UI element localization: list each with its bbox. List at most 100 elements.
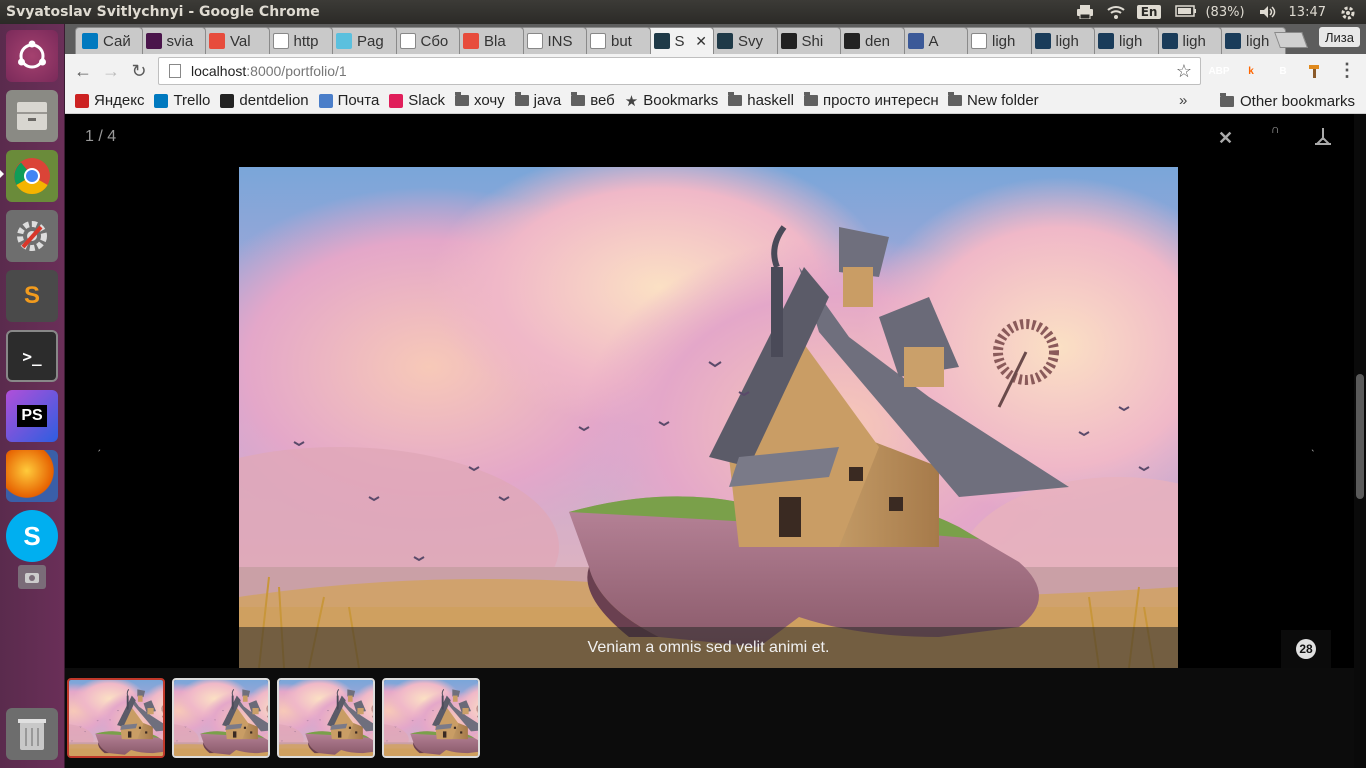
bookmark-item[interactable]: ★ Bookmarks	[625, 92, 718, 110]
prev-slide-arrow-icon[interactable]: ˏ	[97, 438, 101, 452]
page-info-icon[interactable]	[169, 64, 181, 78]
unity-launcher: S >_ PS S	[0, 24, 65, 768]
thumbnail-1[interactable]	[67, 678, 165, 758]
lg-icon	[1034, 33, 1051, 49]
bookmark-star-icon[interactable]: ☆	[1176, 61, 1192, 82]
bookmark-item[interactable]: просто интересн	[803, 92, 938, 109]
hammer-extension-icon[interactable]	[1306, 62, 1324, 80]
tab-1[interactable]: svia	[138, 27, 206, 54]
tab-17[interactable]: ligh	[1154, 27, 1222, 54]
tab-13[interactable]: A	[900, 27, 968, 54]
bootstrap-extension-icon[interactable]: B	[1274, 62, 1292, 80]
system-settings-icon[interactable]	[6, 210, 58, 262]
chrome-icon[interactable]	[6, 150, 58, 202]
skype-icon[interactable]: S	[6, 510, 58, 562]
system-indicators: En (83%) 13:47	[1076, 0, 1356, 24]
adblock-plus-icon[interactable]: ABP	[1208, 62, 1229, 80]
files-icon[interactable]	[6, 90, 58, 142]
tab-10[interactable]: Svy	[710, 27, 778, 54]
tab-11[interactable]: Shi	[773, 27, 841, 54]
volume-icon[interactable]	[1259, 5, 1275, 19]
folder-icon	[571, 92, 586, 106]
reload-icon[interactable]: ↻	[127, 60, 151, 82]
page-icon	[590, 33, 606, 49]
screenshot-icon[interactable]	[18, 565, 46, 589]
tab-6[interactable]: Bla	[456, 27, 524, 54]
tab-strip: ligh ligh ligh ligh ligh Aden Shi Svy S ✕ but INS Bl…	[65, 24, 1366, 54]
ubuntu-dash-icon[interactable]	[6, 30, 58, 82]
clock[interactable]: 13:47	[1289, 5, 1326, 20]
new-tab-button[interactable]	[1274, 32, 1308, 48]
forward-arrow-icon[interactable]: →	[99, 60, 123, 82]
lightbox-page: 1 / 4 ✕ ∩ ˏ ˎ Veniam a omnis sed velit a…	[65, 114, 1366, 768]
firefox-icon[interactable]	[6, 450, 58, 502]
tab-2[interactable]: Val	[202, 27, 270, 54]
bookmark-label: New folder	[966, 92, 1039, 109]
wifi-icon[interactable]	[1107, 5, 1125, 19]
mail-icon	[318, 93, 333, 108]
tab-9[interactable]: S ✕	[646, 27, 714, 54]
image-count-badge[interactable]: 28	[1281, 630, 1331, 668]
k-icon	[653, 33, 670, 49]
bookmark-item[interactable]: dentdelion	[220, 92, 309, 109]
bookmark-item[interactable]: Почта	[318, 92, 379, 109]
tab-7[interactable]: INS	[519, 27, 587, 54]
bookmark-label: haskell	[747, 92, 794, 109]
thumbnail-4[interactable]	[382, 678, 480, 758]
thumbnail-3[interactable]	[277, 678, 375, 758]
bookmark-label: Bookmarks	[643, 92, 719, 109]
tab-16[interactable]: ligh	[1091, 27, 1159, 54]
profile-button[interactable]: Лиза	[1319, 27, 1360, 47]
bookmark-item[interactable]: java	[514, 92, 561, 109]
bookmark-item[interactable]: haskell	[728, 92, 794, 109]
power-gear-icon[interactable]	[1340, 5, 1356, 20]
tab-label: Val	[230, 32, 251, 50]
tab-15[interactable]: ligh	[1027, 27, 1095, 54]
slide-counter: 1 / 4	[85, 128, 117, 145]
tab-3[interactable]: http	[265, 27, 333, 54]
battery-icon[interactable]	[1175, 5, 1197, 19]
thumbnail-2[interactable]	[172, 678, 270, 758]
folder-icon	[1220, 92, 1234, 107]
tab-label: Pag	[357, 32, 384, 50]
scrollbar-thumb[interactable]	[1356, 374, 1364, 499]
bookmark-label: Slack	[408, 92, 445, 109]
lg-icon	[1225, 33, 1241, 49]
fullscreen-icon[interactable]	[1313, 126, 1333, 151]
sublime-text-icon[interactable]: S	[6, 270, 58, 322]
thumbnail-image	[69, 680, 163, 756]
page-scrollbar[interactable]	[1354, 114, 1366, 768]
address-bar[interactable]: localhost:8000/portfolio/1 ☆	[158, 57, 1201, 85]
tab-0[interactable]: Сай	[75, 27, 143, 54]
bookmark-item[interactable]: хочу	[454, 92, 505, 109]
next-slide-arrow-icon[interactable]: ˎ	[1311, 438, 1315, 452]
trash-icon[interactable]	[6, 708, 58, 760]
tab-8[interactable]: but	[583, 27, 651, 54]
bookmark-item[interactable]: веб	[571, 92, 615, 109]
tab-14[interactable]: ligh	[964, 27, 1032, 54]
close-icon[interactable]: ✕	[1218, 128, 1233, 149]
browser-toolbar: ← → ↻ localhost:8000/portfolio/1 ☆ ABP k…	[65, 54, 1366, 88]
image-caption: Veniam a omnis sed velit animi et.	[239, 627, 1178, 668]
bookmark-item[interactable]: New folder	[947, 92, 1039, 109]
bookmarks-overflow-button[interactable]: »	[1179, 92, 1187, 109]
bookmark-label: хочу	[473, 92, 505, 109]
chrome-menu-icon[interactable]: ⋮	[1338, 60, 1356, 81]
bookmarks-bar: Яндекс Trello dentdelion Почта Slack хочу java…	[65, 88, 1366, 114]
back-arrow-icon[interactable]: ←	[71, 60, 95, 82]
kinopoisk-extension-icon[interactable]: k	[1242, 62, 1260, 80]
close-tab-icon[interactable]: ✕	[695, 33, 707, 50]
bookmark-item[interactable]: Slack	[389, 92, 445, 109]
printer-icon[interactable]	[1076, 5, 1093, 20]
tab-4[interactable]: Pag	[329, 27, 397, 54]
phpstorm-icon[interactable]: PS	[6, 390, 58, 442]
tab-5[interactable]: Сбо	[392, 27, 460, 54]
bookmark-item[interactable]: Trello	[154, 92, 210, 109]
tab-12[interactable]: den	[837, 27, 905, 54]
zoom-icon[interactable]: ∩	[1271, 122, 1280, 136]
chrome-running-indicator	[0, 170, 4, 178]
keyboard-layout-indicator[interactable]: En	[1136, 5, 1162, 19]
bookmark-item[interactable]: Яндекс	[75, 92, 144, 109]
terminal-icon[interactable]: >_	[6, 330, 58, 382]
other-bookmarks[interactable]: Other bookmarks	[1220, 88, 1355, 114]
